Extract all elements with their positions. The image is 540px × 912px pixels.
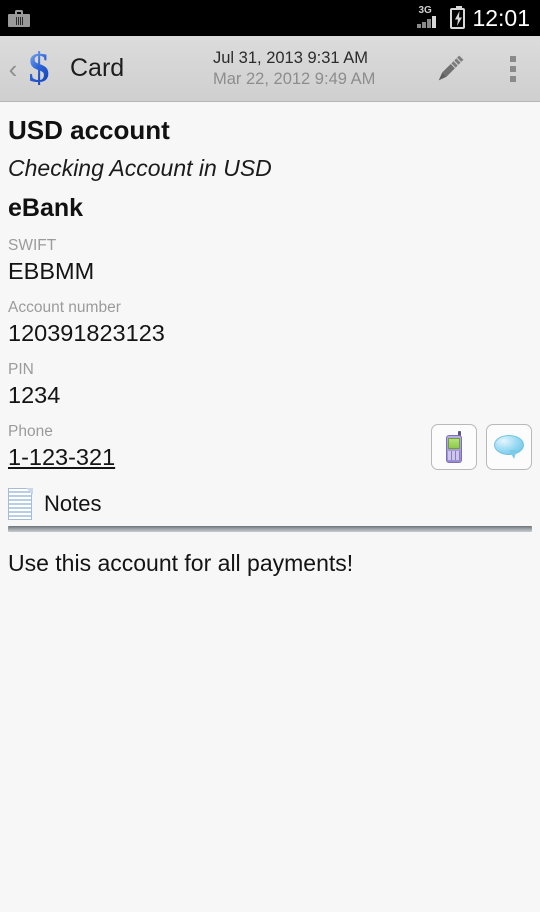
phone-row: Phone 1-123-321 (8, 422, 532, 472)
action-bar-actions (414, 36, 540, 102)
pencil-icon (438, 55, 464, 81)
status-bar: 3G 12:01 (0, 0, 540, 36)
page-title: Card (70, 54, 125, 82)
network-type-label: 3G (418, 5, 432, 16)
overflow-dot-1 (510, 56, 516, 62)
card-organization: eBank (8, 194, 84, 222)
phone-number-link[interactable]: 1-123-321 (8, 442, 115, 472)
dollar-sign-glyph: $ (28, 45, 50, 92)
phone-text-block: Phone 1-123-321 (8, 422, 115, 472)
field-label: Account number (8, 299, 121, 316)
field-label: PIN (8, 361, 34, 378)
speech-bubble-icon (494, 435, 524, 459)
field-value[interactable]: EBBMM (8, 256, 532, 286)
field-account-number: Account number 120391823123 (8, 298, 532, 348)
battery-bolt-icon (455, 10, 463, 26)
briefcase-handle (15, 9, 23, 14)
card-title: USD account (8, 115, 170, 145)
field-value[interactable]: 120391823123 (8, 318, 532, 348)
field-value[interactable]: 1234 (8, 380, 532, 410)
status-bar-clock: 12:01 (472, 5, 530, 31)
battery-charging-icon (450, 5, 466, 29)
briefcase-stripes (16, 16, 23, 25)
action-bar: ‹ $ Card Jul 31, 2013 9:31 AM Mar 22, 20… (0, 36, 540, 102)
call-button[interactable] (431, 424, 477, 470)
notes-document-icon (8, 488, 34, 520)
field-label: Phone (8, 423, 53, 440)
card-dates: Jul 31, 2013 9:31 AM Mar 22, 2012 9:49 A… (213, 48, 375, 90)
date-created: Mar 22, 2012 9:49 AM (213, 70, 376, 88)
status-bar-left (8, 9, 30, 27)
status-bar-right: 3G 12:01 (417, 0, 530, 36)
field-pin: PIN 1234 (8, 360, 532, 410)
back-chevron-icon[interactable]: ‹ (4, 56, 22, 82)
notes-header: Notes (8, 488, 532, 520)
notes-text[interactable]: Use this account for all payments! (8, 548, 532, 578)
overflow-dot-2 (510, 66, 516, 72)
notes-divider (8, 526, 532, 532)
card-detail-content: USD account Checking Account in USD eBan… (0, 114, 540, 912)
dollar-sign-icon[interactable]: $ (22, 47, 56, 91)
field-label: SWIFT (8, 237, 57, 254)
signal-strength-icon: 3G (417, 5, 443, 29)
field-swift: SWIFT EBBMM (8, 236, 532, 286)
edit-button[interactable] (414, 36, 486, 102)
briefcase-icon (8, 9, 30, 27)
mobile-phone-icon (444, 431, 464, 463)
signal-bars (417, 16, 437, 28)
phone-action-buttons (431, 424, 532, 470)
field-phone: Phone 1-123-321 (8, 422, 532, 472)
date-modified: Jul 31, 2013 9:31 AM (213, 49, 369, 67)
notes-label: Notes (44, 491, 102, 516)
card-subtitle: Checking Account in USD (8, 155, 272, 181)
overflow-menu-icon[interactable] (486, 36, 540, 102)
sms-button[interactable] (486, 424, 532, 470)
overflow-dot-3 (510, 76, 516, 82)
